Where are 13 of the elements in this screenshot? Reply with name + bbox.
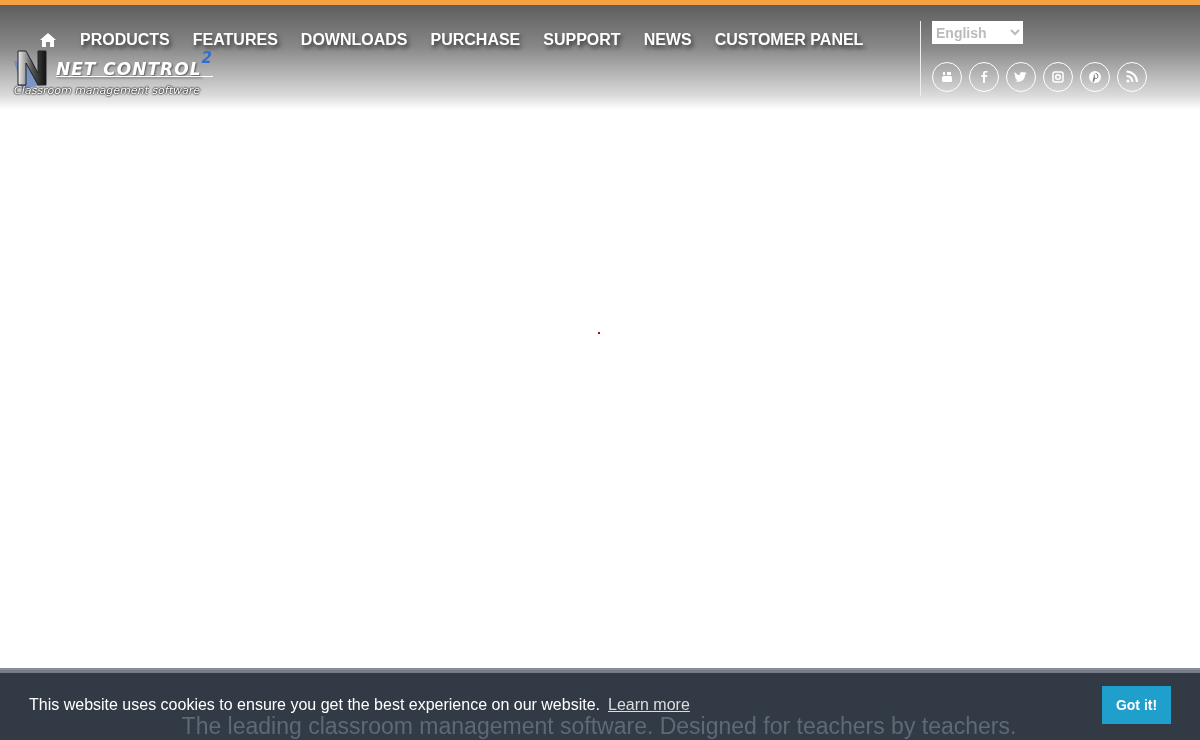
home-icon[interactable]: [39, 32, 57, 48]
nav-link[interactable]: FEATURES: [192, 31, 278, 49]
nav-link[interactable]: PRODUCTS: [80, 31, 170, 49]
nav-link[interactable]: CUSTOMER PANEL: [714, 31, 864, 49]
logo-title[interactable]: NET CONTROL$^{2}$: [56, 49, 213, 79]
nav-link[interactable]: SUPPORT: [543, 31, 621, 49]
nav-link[interactable]: NEWS: [643, 31, 692, 49]
learn-more-link[interactable]: Learn more: [608, 696, 690, 714]
tagline: Classroom management software: [14, 84, 202, 97]
got-it-button[interactable]: Got it!: [1102, 686, 1171, 724]
cookie-message: This website uses cookies to ensure you get the best experience on our website.: [29, 696, 600, 714]
nav-link[interactable]: PURCHASE: [430, 31, 521, 49]
nav-link[interactable]: DOWNLOADS: [300, 31, 408, 49]
